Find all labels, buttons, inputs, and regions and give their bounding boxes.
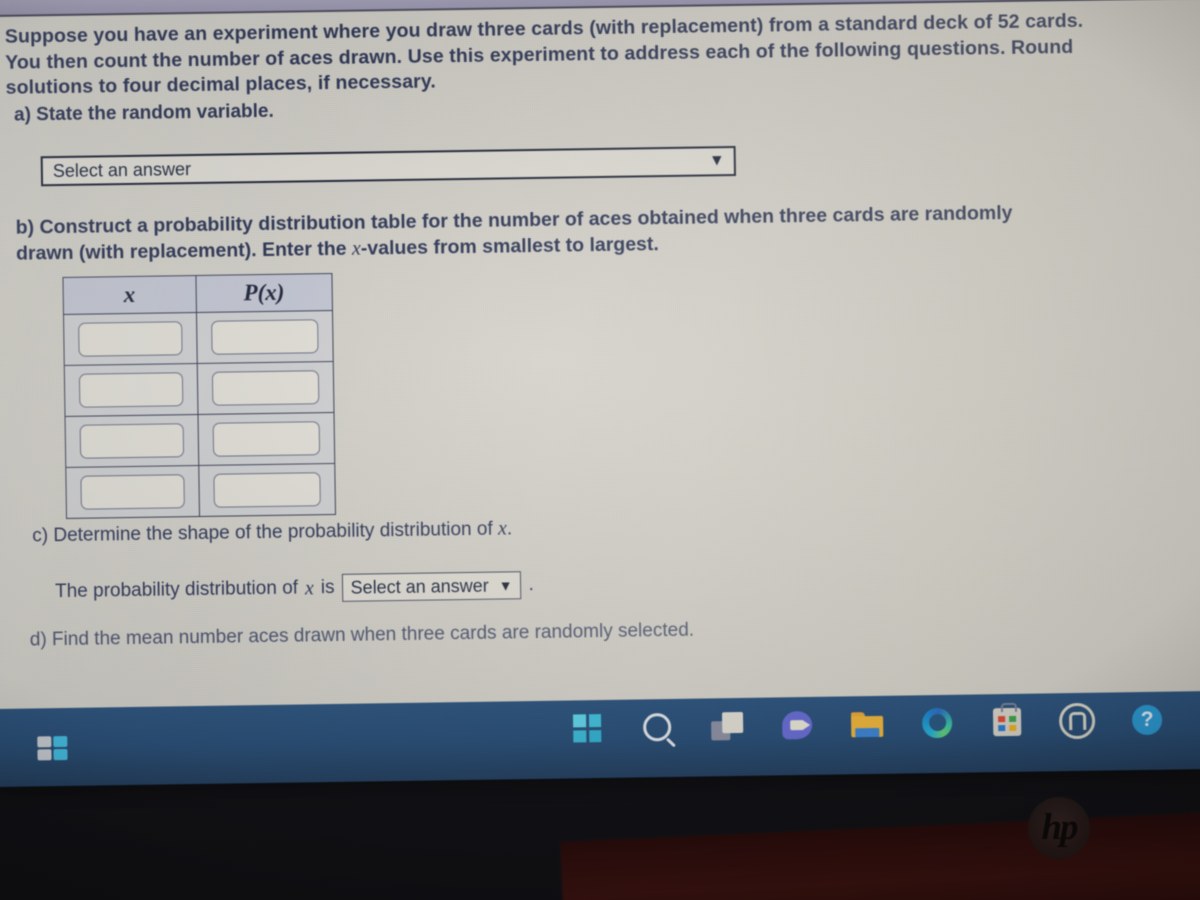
part-a-prompt: a) State the random variable.	[13, 100, 274, 126]
part-c-variable: x	[497, 517, 508, 540]
microsoft-store-icon	[992, 702, 1022, 737]
part-c-sentence-end: .	[528, 574, 534, 596]
microsoft-store-button[interactable]	[989, 702, 1026, 741]
chevron-down-icon: ▼	[708, 152, 725, 170]
part-c-prompt: c) Determine the shape of the probabilit…	[32, 517, 512, 547]
x-value-input[interactable]	[78, 372, 184, 408]
table-header-x: x	[62, 275, 196, 315]
table-cell-px	[195, 310, 334, 364]
table-row	[65, 412, 335, 468]
file-explorer-button[interactable]	[849, 706, 886, 743]
part-c-sentence-variable: x	[304, 576, 315, 599]
part-b-variable: x	[351, 237, 361, 260]
taskbar-icon-group: ?	[0, 701, 1200, 755]
part-c-select-value: Select an answer	[350, 575, 489, 598]
part-a-select-value: Select an answer	[52, 158, 192, 181]
help-button[interactable]: ?	[1129, 702, 1166, 739]
px-value-input[interactable]	[210, 319, 319, 355]
part-a-answer-select[interactable]: Select an answer ▼	[40, 145, 737, 187]
probability-distribution-table: x P(x)	[62, 272, 337, 519]
help-icon: ?	[1131, 704, 1163, 736]
part-b-line1: b) Construct a probability distribution …	[15, 203, 920, 239]
table-cell-x	[65, 414, 199, 468]
copilot-icon	[1058, 702, 1096, 740]
table-header-px: P(x)	[195, 273, 333, 313]
chat-icon	[781, 710, 813, 740]
table-cell-x	[65, 465, 200, 519]
x-value-input[interactable]	[80, 474, 185, 510]
start-icon	[572, 714, 602, 743]
part-c-post: .	[506, 518, 513, 540]
x-value-input[interactable]	[79, 423, 184, 459]
file-explorer-icon	[850, 711, 884, 737]
table-cell-x	[64, 363, 198, 417]
screen-area: Suppose you have an experiment where you…	[0, 0, 1200, 788]
laptop-screen-photo: hp Suppose you have an experiment where …	[0, 0, 1200, 900]
table-row	[63, 310, 334, 366]
chat-button[interactable]	[779, 707, 816, 744]
table-cell-px	[198, 463, 336, 517]
px-value-input[interactable]	[211, 370, 320, 406]
table-cell-px	[197, 412, 335, 466]
part-c-pre: c) Determine the shape of the probabilit…	[32, 518, 499, 547]
table-header-row: x P(x)	[62, 273, 333, 315]
search-icon	[642, 713, 672, 742]
part-c-answer-select[interactable]: Select an answer ▼	[341, 571, 522, 602]
px-value-input[interactable]	[213, 472, 321, 508]
part-d-prompt: d) Find the mean number aces drawn when …	[29, 619, 695, 651]
part-c-answer-line: The probability distribution of x is Sel…	[55, 571, 534, 606]
table-cell-x	[63, 312, 197, 366]
edge-icon	[921, 707, 953, 739]
part-c-sentence-mid: is	[320, 576, 335, 599]
edge-button[interactable]	[919, 705, 956, 742]
table-row	[65, 463, 336, 519]
search-button[interactable]	[639, 709, 676, 746]
copilot-button[interactable]	[1058, 702, 1096, 740]
hp-brand-logo: hp	[1028, 797, 1090, 859]
task-view-icon	[711, 711, 744, 741]
table-row	[64, 361, 334, 417]
part-c-sentence-pre: The probability distribution of	[54, 577, 299, 603]
chevron-down-icon: ▼	[498, 577, 513, 594]
part-b-prompt: b) Construct a probability distribution …	[16, 199, 1047, 266]
part-b-line2-post: -values from smallest to largest.	[360, 233, 659, 260]
task-view-button[interactable]	[709, 708, 746, 745]
start-button[interactable]	[569, 710, 606, 747]
webpage-body: Suppose you have an experiment where you…	[0, 0, 1200, 710]
px-value-input[interactable]	[212, 421, 320, 457]
table-body	[63, 310, 336, 519]
table-cell-px	[196, 361, 334, 415]
x-value-input[interactable]	[77, 321, 183, 357]
question-intro-text: Suppose you have an experiment where you…	[4, 9, 1084, 99]
